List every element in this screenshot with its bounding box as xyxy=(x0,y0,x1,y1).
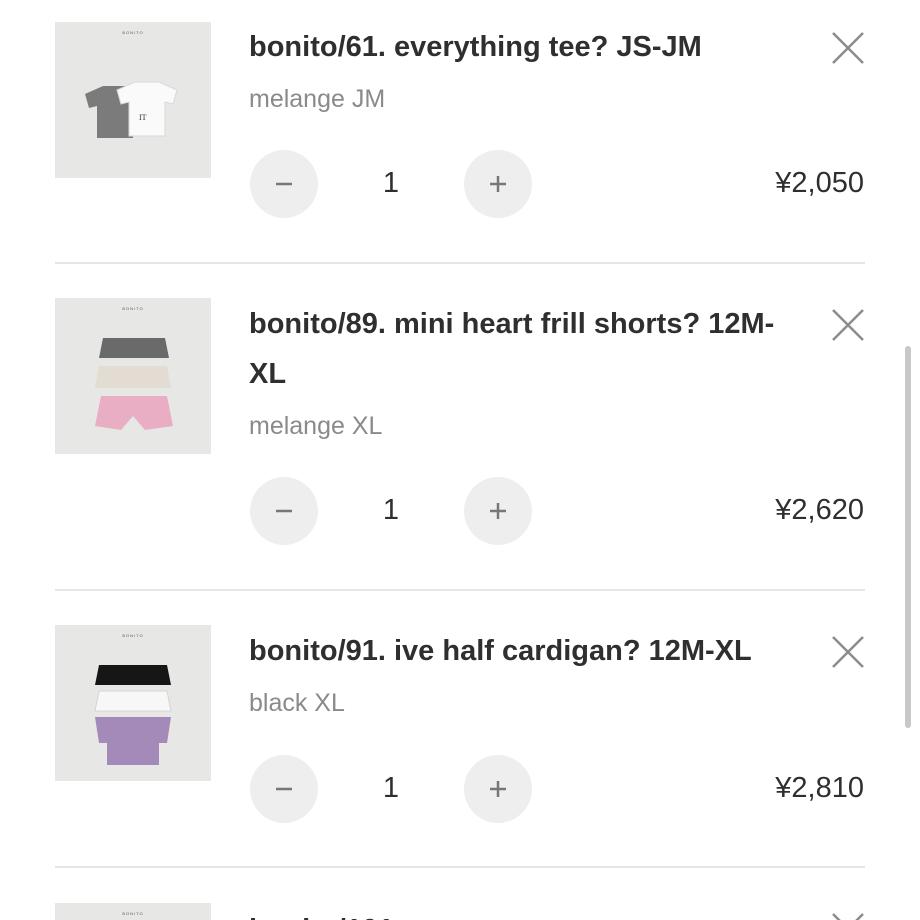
plus-icon xyxy=(490,781,506,797)
product-variant: melange XL xyxy=(249,412,383,440)
decrease-quantity-button[interactable] xyxy=(250,755,318,823)
product-thumbnail[interactable]: BONITO xyxy=(55,903,211,920)
product-variant: black XL xyxy=(249,689,345,717)
minus-icon xyxy=(276,787,292,791)
product-variant: melange JM xyxy=(249,85,386,113)
increase-quantity-button[interactable] xyxy=(464,755,532,823)
divider xyxy=(55,262,865,264)
quantity-value: 1 xyxy=(382,167,400,199)
divider xyxy=(55,589,865,591)
product-title[interactable]: bonito/89. mini heart frill shorts? 12M-… xyxy=(249,299,809,399)
close-icon xyxy=(832,309,864,341)
item-price: ¥2,810 xyxy=(775,772,864,804)
svg-text:IT: IT xyxy=(139,113,147,122)
product-thumbnail[interactable]: BONITO xyxy=(55,625,211,781)
close-icon xyxy=(832,636,864,668)
plus-icon xyxy=(490,503,506,519)
product-title[interactable]: bonito/91. ive half cardigan? 12M-XL xyxy=(249,626,809,676)
item-price: ¥2,620 xyxy=(775,494,864,526)
remove-item-button[interactable] xyxy=(830,634,866,670)
increase-quantity-button[interactable] xyxy=(464,477,532,545)
close-icon xyxy=(832,913,864,920)
product-thumbnail[interactable]: BONITO xyxy=(55,298,211,454)
close-icon xyxy=(832,32,864,64)
increase-quantity-button[interactable] xyxy=(464,150,532,218)
remove-item-button[interactable] xyxy=(830,30,866,66)
minus-icon xyxy=(276,509,292,513)
quantity-value: 1 xyxy=(382,772,400,804)
remove-item-button[interactable] xyxy=(830,911,866,920)
plus-icon xyxy=(490,176,506,192)
item-price: ¥2,050 xyxy=(775,167,864,199)
scrollbar-thumb[interactable] xyxy=(905,346,911,728)
quantity-value: 1 xyxy=(382,494,400,526)
thumbnail-brand: BONITO xyxy=(122,911,144,916)
minus-icon xyxy=(276,182,292,186)
product-title[interactable]: bonito/61. everything tee? JS-JM xyxy=(249,22,809,72)
decrease-quantity-button[interactable] xyxy=(250,150,318,218)
product-thumbnail[interactable]: BONITO IT xyxy=(55,22,211,178)
product-title[interactable]: bonito/101. ... xyxy=(249,905,809,920)
decrease-quantity-button[interactable] xyxy=(250,477,318,545)
divider xyxy=(55,866,865,868)
remove-item-button[interactable] xyxy=(830,307,866,343)
